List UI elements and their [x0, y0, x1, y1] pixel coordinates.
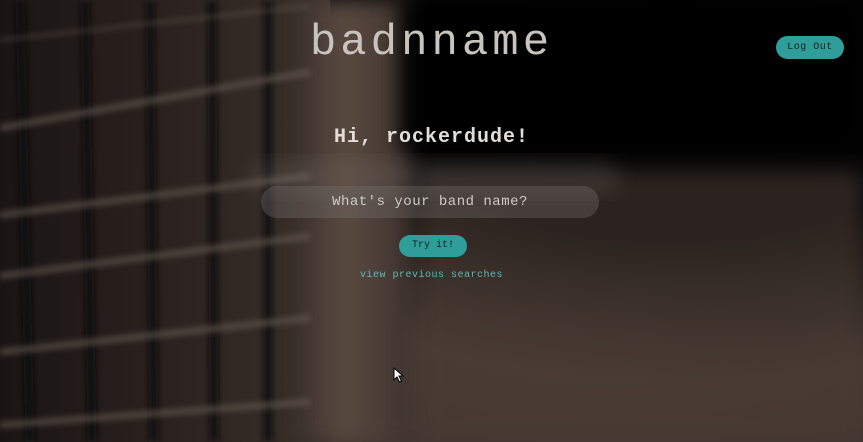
logout-button[interactable]: Log Out: [776, 36, 844, 59]
site-title: badnname: [309, 18, 554, 68]
app-window: badnname Log Out Hi, rockerdude! Try it!…: [0, 0, 863, 442]
try-it-button[interactable]: Try it!: [399, 235, 467, 257]
view-previous-searches-link[interactable]: view previous searches: [0, 270, 863, 281]
mouse-pointer-icon: [393, 367, 405, 383]
greeting-heading: Hi, rockerdude!: [333, 126, 530, 149]
band-name-input[interactable]: [261, 186, 599, 218]
